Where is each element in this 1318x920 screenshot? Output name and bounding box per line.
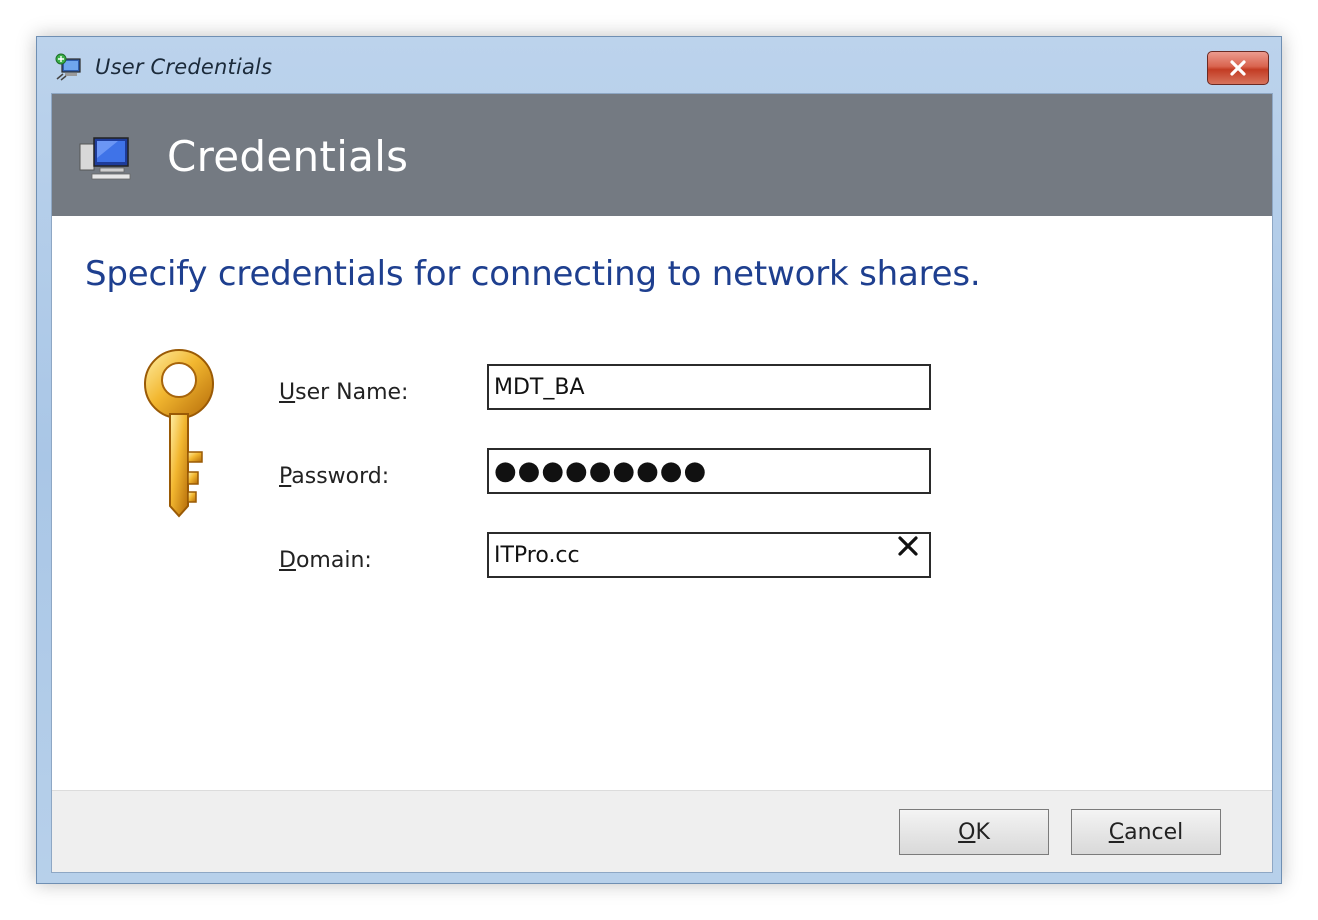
username-input[interactable] xyxy=(487,364,931,410)
instruction-text: Specify credentials for connecting to ne… xyxy=(85,254,981,294)
clear-field-icon[interactable] xyxy=(895,533,921,559)
dialog-client-area: Credentials Specify credentials for conn… xyxy=(51,93,1273,873)
username-label-text: ser Name: xyxy=(295,380,409,405)
computer-monitor-icon xyxy=(79,137,131,180)
ok-button[interactable]: OK xyxy=(899,809,1049,855)
banner-title: Credentials xyxy=(167,132,409,181)
user-credentials-window: User Credentials Credentials Specify cre… xyxy=(36,36,1282,884)
ok-button-text: K xyxy=(975,819,990,845)
username-label-accel: U xyxy=(279,380,296,405)
password-input[interactable]: ●●●●●●●●● xyxy=(487,448,931,494)
button-bar: OK Cancel xyxy=(52,790,1272,872)
password-label-accel: P xyxy=(279,464,292,489)
title-bar[interactable]: User Credentials xyxy=(37,37,1281,93)
cancel-button-text: ancel xyxy=(1124,819,1184,845)
cancel-button-accel: C xyxy=(1108,819,1125,845)
domain-label: Domain: xyxy=(279,548,372,573)
window-title: User Credentials xyxy=(95,55,273,79)
domain-label-accel: D xyxy=(279,548,296,573)
domain-input[interactable] xyxy=(487,532,931,578)
domain-label-text: omain: xyxy=(295,548,372,573)
password-label: Password: xyxy=(279,464,389,489)
close-icon xyxy=(1230,60,1246,76)
header-banner: Credentials xyxy=(52,94,1272,216)
key-icon xyxy=(144,349,214,518)
close-button[interactable] xyxy=(1207,51,1269,85)
username-label: User Name: xyxy=(279,380,408,405)
password-label-text: assword: xyxy=(291,464,390,489)
ok-button-accel: O xyxy=(958,819,976,845)
network-computer-icon xyxy=(55,53,81,81)
cancel-button[interactable]: Cancel xyxy=(1071,809,1221,855)
